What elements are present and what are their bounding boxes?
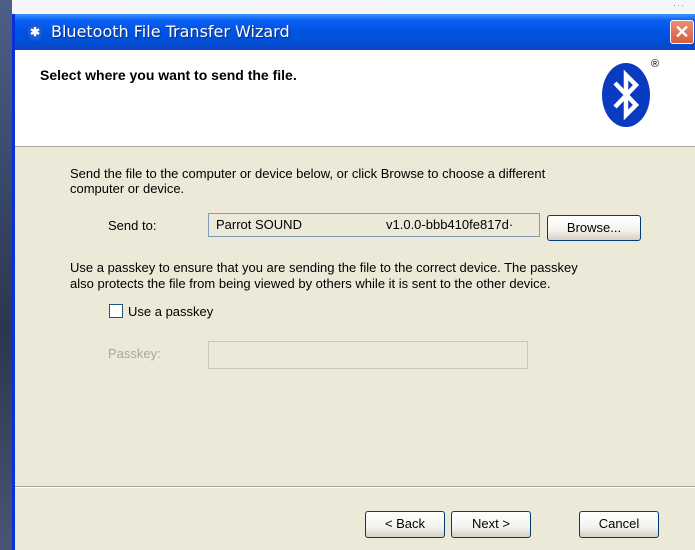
close-button[interactable]: ✕ xyxy=(670,20,694,44)
back-button[interactable]: < Back xyxy=(365,511,445,538)
window-title: Bluetooth File Transfer Wizard xyxy=(51,22,290,41)
use-passkey-checkbox[interactable] xyxy=(109,304,123,318)
background-window-edge: ··· xyxy=(0,0,695,15)
cancel-button[interactable]: Cancel xyxy=(579,511,659,538)
wizard-header: Select where you want to send the file. … xyxy=(15,50,695,147)
browse-button[interactable]: Browse... xyxy=(547,215,641,241)
bluetooth-logo-icon xyxy=(602,63,650,127)
send-to-label: Send to: xyxy=(108,218,157,233)
passkey-info-line-1: Use a passkey to ensure that you are sen… xyxy=(70,260,578,275)
next-button[interactable]: Next > xyxy=(451,511,531,538)
background-dots: ··· xyxy=(673,0,685,10)
intro-text-line-2: computer or device. xyxy=(70,181,185,196)
send-to-device-id: v1.0.0-bbb410fe817d· xyxy=(386,217,514,232)
passkey-info-line-2: also protects the file from being viewed… xyxy=(70,276,551,291)
send-to-device-name: Parrot SOUND xyxy=(216,217,302,232)
passkey-label: Passkey: xyxy=(108,346,161,361)
header-title: Select where you want to send the file. xyxy=(40,67,297,83)
dialog-client-area: Select where you want to send the file. … xyxy=(15,50,695,550)
title-bar[interactable]: ✱ Bluetooth File Transfer Wizard ✕ xyxy=(15,14,695,50)
send-to-field: Parrot SOUND v1.0.0-bbb410fe817d· xyxy=(208,213,540,237)
bluetooth-icon: ✱ xyxy=(28,23,42,41)
passkey-input[interactable] xyxy=(208,341,528,369)
use-passkey-label[interactable]: Use a passkey xyxy=(128,304,213,319)
registered-mark: ® xyxy=(651,58,660,70)
wizard-window: ✱ Bluetooth File Transfer Wizard ✕ Selec… xyxy=(12,14,695,550)
desktop-background xyxy=(0,0,12,550)
intro-text-line-1: Send the file to the computer or device … xyxy=(70,166,546,181)
footer-separator xyxy=(15,486,695,488)
